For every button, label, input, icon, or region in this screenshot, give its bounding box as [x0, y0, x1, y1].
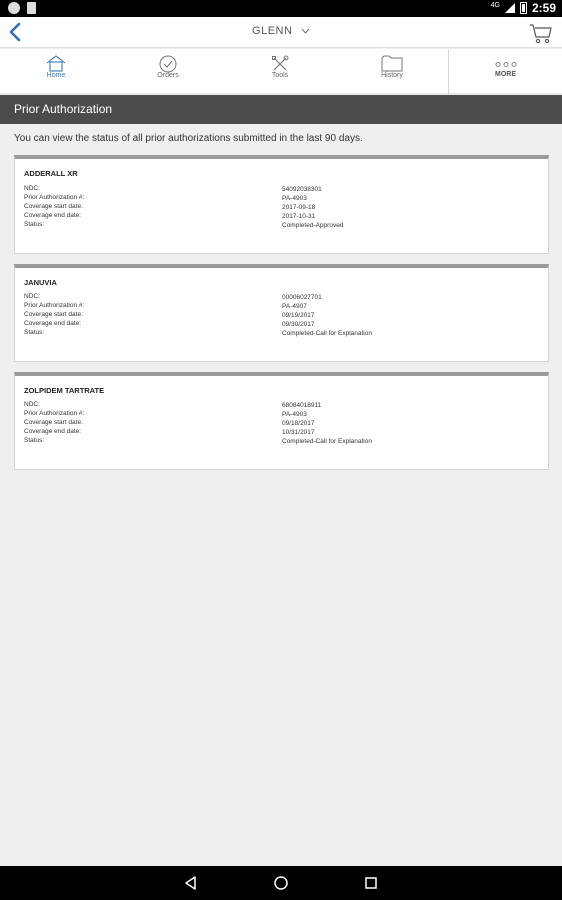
tab-more[interactable]: MORE [448, 49, 562, 94]
notification-icon [8, 2, 20, 14]
network-type: 4G [490, 1, 500, 9]
end-date-label: Coverage end date: [24, 428, 82, 435]
main-tabs: Home Orders Tools History MORE [0, 49, 562, 94]
page-intro: You can view the status of all prior aut… [14, 133, 363, 144]
page-title-bar: Prior Authorization [0, 95, 562, 124]
status-label: Status: [24, 329, 45, 336]
user-selector[interactable]: GLENN [0, 25, 562, 37]
ndc-value: 54092038301 [282, 186, 322, 193]
ndc-label: NDC: [24, 293, 40, 300]
cart-icon[interactable] [529, 22, 553, 44]
status-value: Completed-Approved [282, 222, 344, 229]
end-date-label: Coverage end date: [24, 320, 82, 327]
app-header: GLENN [0, 17, 562, 48]
authorization-card: JANUVIA NDC: 00006027701 Prior Authoriza… [14, 264, 549, 362]
start-date-label: Coverage start date: [24, 419, 83, 426]
user-name: GLENN [252, 25, 293, 37]
nav-home-icon[interactable] [273, 875, 289, 891]
status-value: Completed-Call for Explanation [282, 438, 372, 445]
pa-number-value: PA-4903 [282, 195, 307, 202]
nav-back-icon[interactable] [183, 875, 199, 891]
authorization-list: ADDERALL XR NDC: 54092038301 Prior Autho… [14, 155, 549, 480]
start-date-label: Coverage start date: [24, 203, 83, 210]
authorization-card: ADDERALL XR NDC: 54092038301 Prior Autho… [14, 155, 549, 254]
tab-tools-label: Tools [271, 72, 289, 79]
status-label: Status: [24, 437, 45, 444]
tab-history-label: History [381, 72, 403, 79]
page-title: Prior Authorization [14, 102, 113, 116]
status-value: Completed-Call for Explanation [282, 330, 372, 337]
drug-name: ZOLPIDEM TARTRATE [24, 386, 105, 395]
drug-name: JANUVIA [24, 278, 57, 287]
start-date-value: 09/18/2017 [282, 420, 315, 427]
end-date-label: Coverage end date: [24, 212, 82, 219]
end-date-value: 10/31/2017 [282, 429, 315, 436]
status-label: Status: [24, 221, 45, 228]
check-circle-icon [159, 55, 177, 73]
end-date-value: 2017-10-31 [282, 213, 316, 220]
end-date-value: 09/30/2017 [282, 321, 315, 328]
tab-home-label: Home [46, 72, 66, 79]
nav-recents-icon[interactable] [363, 875, 379, 891]
folder-icon [381, 55, 403, 72]
pa-number-label: Prior Authorization #: [24, 410, 85, 417]
battery-icon [519, 2, 527, 14]
pa-number-value: PA-4903 [282, 411, 307, 418]
drug-name: ADDERALL XR [24, 169, 78, 178]
home-icon [46, 55, 66, 72]
ndc-value: 68084018911 [282, 402, 322, 409]
start-date-label: Coverage start date: [24, 311, 83, 318]
tab-orders[interactable]: Orders [112, 49, 224, 94]
ndc-label: NDC: [24, 401, 40, 408]
signal-icon [504, 3, 515, 13]
tab-home[interactable]: Home [0, 49, 112, 94]
pa-number-label: Prior Authorization #: [24, 302, 85, 309]
wrench-screwdriver-icon [272, 55, 289, 71]
ndc-label: NDC: [24, 185, 40, 192]
clock: 2:59 [531, 1, 556, 15]
status-bar: 4G 2:59 [0, 0, 562, 17]
system-nav-bar [0, 866, 562, 900]
tab-more-label: MORE [495, 71, 516, 78]
pa-number-value: PA-4907 [282, 303, 307, 310]
tab-tools[interactable]: Tools [224, 49, 336, 94]
start-date-value: 09/19/2017 [282, 312, 315, 319]
chevron-down-icon [301, 28, 310, 34]
tab-history[interactable]: History [336, 49, 448, 94]
ndc-value: 00006027701 [282, 294, 322, 301]
document-icon [27, 2, 36, 14]
authorization-card: ZOLPIDEM TARTRATE NDC: 68084018911 Prior… [14, 372, 549, 470]
pa-number-label: Prior Authorization #: [24, 194, 85, 201]
dots-icon [495, 62, 516, 67]
tab-orders-label: Orders [157, 72, 179, 79]
start-date-value: 2017-09-18 [282, 204, 316, 211]
